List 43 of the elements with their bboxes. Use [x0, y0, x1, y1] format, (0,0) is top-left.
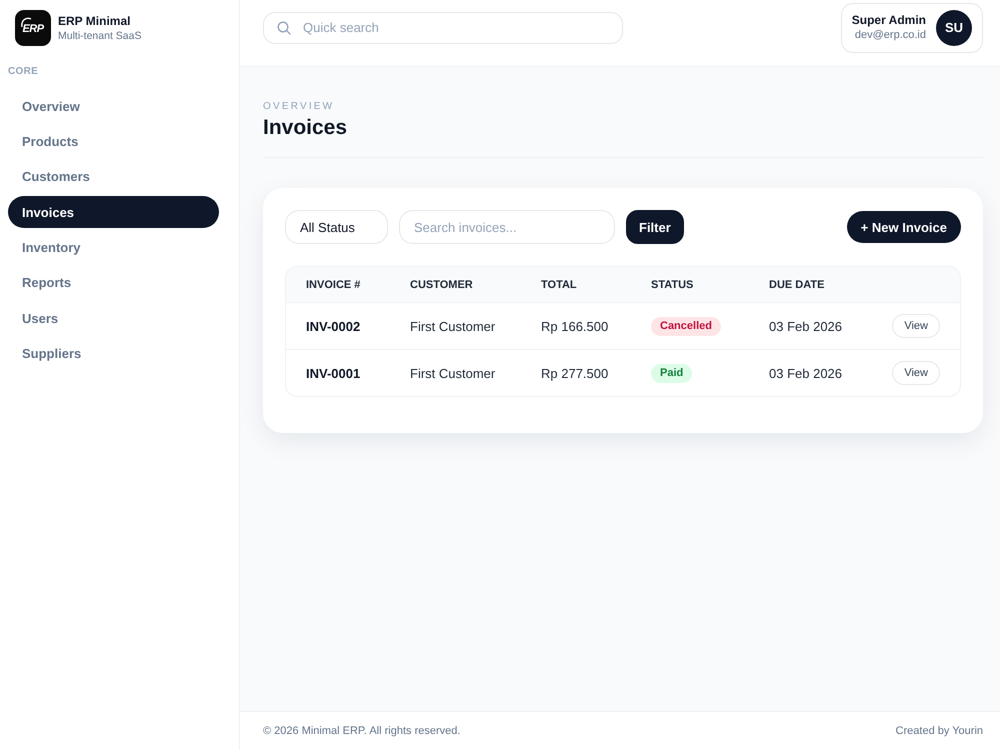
sidebar-item[interactable]: Suppliers: [8, 338, 219, 370]
search-field[interactable]: Search invoices...: [399, 210, 615, 244]
table-cell: INV-0002: [306, 318, 360, 334]
credit-text: Created by Yourin: [896, 725, 983, 737]
search-field[interactable]: Quick search: [263, 12, 623, 44]
sidebar-item[interactable]: Users: [8, 302, 219, 334]
search-icon: [277, 20, 291, 34]
status-badge: Paid: [651, 364, 692, 382]
status-select[interactable]: All Status: [285, 210, 388, 244]
filter-button[interactable]: Filter: [626, 210, 684, 244]
column-header: TOTAL: [541, 278, 577, 290]
column-header: INVOICE #: [306, 278, 360, 290]
sidebar-item[interactable]: Inventory: [8, 232, 219, 264]
page-title: Invoices: [263, 115, 348, 141]
table-cell: Rp 166.500: [541, 318, 608, 334]
table-cell: First Customer: [410, 366, 496, 380]
view-button[interactable]: View: [892, 314, 940, 338]
app-tagline: Multi-tenant SaaS: [58, 30, 142, 42]
sidebar-item[interactable]: Overview: [8, 90, 219, 122]
column-header: DUE DATE: [769, 278, 824, 290]
table-cell: 03 Feb 2026: [769, 366, 842, 380]
table-cell: 03 Feb 2026: [769, 318, 842, 334]
copyright-text: © 2026 Minimal ERP. All rights reserved.: [263, 725, 460, 737]
section-label: CORE: [8, 65, 38, 79]
column-header: STATUS: [651, 278, 694, 290]
sidebar-item[interactable]: Customers: [8, 160, 219, 193]
user-card[interactable]: Super Admin dev@erp.co.id SU: [840, 2, 983, 52]
page-eyebrow: OVERVIEW: [263, 101, 334, 113]
table-cell: Rp 277.500: [541, 366, 608, 380]
user-name: Super Admin: [852, 13, 926, 28]
user-email: dev@erp.co.id: [854, 29, 926, 42]
sidebar-item[interactable]: Reports: [8, 266, 219, 299]
table-cell: INV-0001: [306, 366, 360, 380]
table-cell: First Customer: [410, 318, 496, 334]
view-button[interactable]: View: [892, 361, 940, 385]
sidebar-item[interactable]: Products: [8, 125, 219, 158]
app-logo: ERP: [15, 10, 51, 46]
app-name: ERP Minimal: [58, 14, 130, 28]
column-header: CUSTOMER: [410, 278, 473, 290]
user-avatar: SU: [936, 10, 972, 46]
new-invoice-button[interactable]: + New Invoice: [846, 211, 961, 243]
status-badge: Cancelled: [651, 316, 721, 336]
sidebar-item[interactable]: Invoices: [8, 196, 219, 228]
